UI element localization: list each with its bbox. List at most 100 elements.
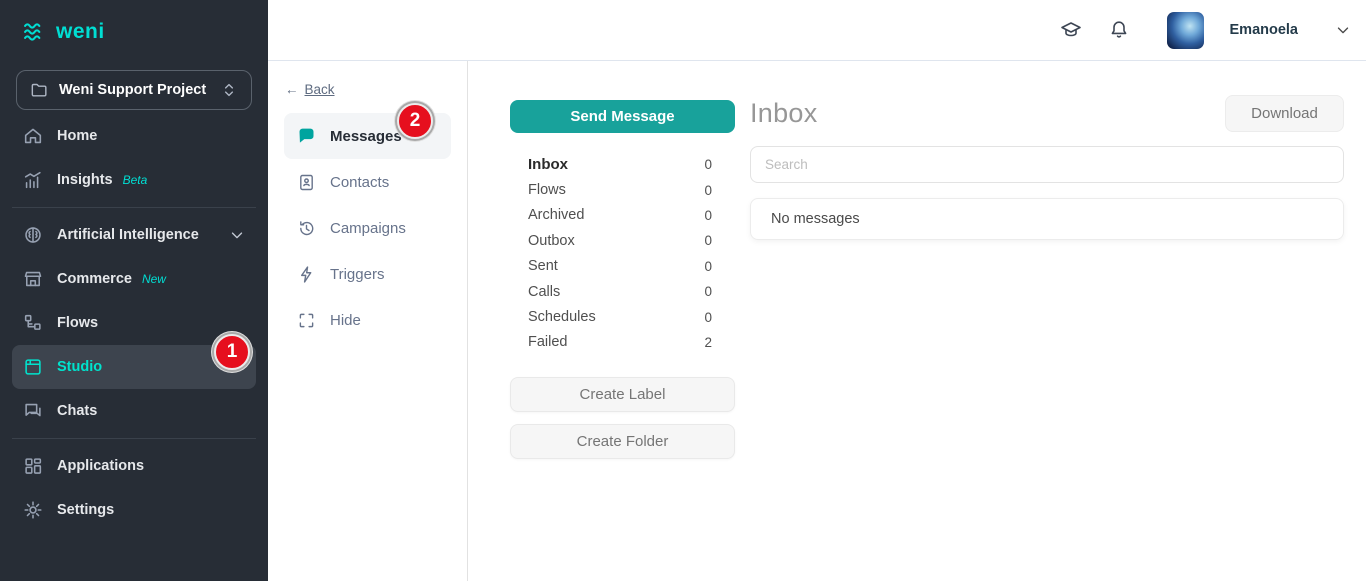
sidebar-item-label: Home [57,128,97,144]
studio-window-icon [22,356,44,378]
folder-row-archived[interactable]: Archived 0 [510,203,735,228]
folder-row-schedules[interactable]: Schedules 0 [510,304,735,329]
sidebar-item-chats[interactable]: Chats [12,389,256,433]
create-folder-button[interactable]: Create Folder [510,424,735,459]
topbar: Emanoela [268,0,1366,61]
studio-subnav: ← Back Messages Contacts Campaigns [268,61,468,581]
message-folders-panel: Send Message Inbox 0 Flows 0 Archived 0 … [510,100,735,459]
sidebar-item-label: Artificial Intelligence [57,227,199,243]
new-badge: New [142,272,166,286]
sidebar-item-settings[interactable]: Settings [12,488,256,532]
folder-count: 0 [704,233,712,248]
subnav-item-label: Hide [330,312,361,329]
chevron-down-icon[interactable] [1334,21,1352,39]
folder-row-outbox[interactable]: Outbox 0 [510,228,735,253]
folder-label: Archived [528,207,584,223]
project-selector[interactable]: Weni Support Project [16,70,252,110]
beta-badge: Beta [123,173,148,187]
empty-messages-text: No messages [771,211,860,227]
primary-sidebar: weni Weni Support Project Home [0,0,268,581]
folder-label: Inbox [528,156,568,173]
main-content: Send Message Inbox 0 Flows 0 Archived 0 … [468,61,1366,581]
subnav-item-triggers[interactable]: Triggers [284,251,451,297]
lightning-bolt-icon [296,264,317,285]
chats-icon [22,400,44,422]
sidebar-item-artificial-intelligence[interactable]: Artificial Intelligence [12,213,256,257]
sidebar-item-applications[interactable]: Applications [12,444,256,488]
username[interactable]: Emanoela [1230,22,1299,38]
annotation-marker-2: 2 [397,103,433,139]
inbox-header: Inbox Download [750,95,1344,132]
sidebar-item-label: Commerce [57,271,132,287]
graduation-cap-icon[interactable] [1059,18,1083,42]
back-link[interactable]: ← Back [285,82,335,97]
folder-label: Outbox [528,233,575,249]
history-clock-icon [296,218,317,239]
weni-logo: weni [22,20,268,44]
send-message-button[interactable]: Send Message [510,100,735,133]
sidebar-item-label: Chats [57,403,97,419]
hide-collapse-icon [296,310,317,331]
back-arrow-icon: ← [285,82,299,97]
subnav-item-label: Triggers [330,266,384,283]
folder-label: Failed [528,334,568,350]
folder-list: Inbox 0 Flows 0 Archived 0 Outbox 0 Sent [510,152,735,355]
folder-count: 0 [704,208,712,223]
subnav-item-label: Messages [330,128,402,145]
subnav-item-campaigns[interactable]: Campaigns [284,205,451,251]
sidebar-divider [12,438,256,439]
sidebar-divider [12,207,256,208]
project-name: Weni Support Project [59,82,209,98]
folder-count: 2 [704,335,712,350]
subnav-item-label: Contacts [330,174,389,191]
page-title: Inbox [750,98,818,129]
sidebar-item-insights[interactable]: Insights Beta [12,158,256,202]
logo-text: weni [56,20,105,44]
back-label: Back [305,82,335,97]
sidebar-item-home[interactable]: Home [12,114,256,158]
folder-row-flows[interactable]: Flows 0 [510,177,735,202]
chevron-down-icon[interactable] [228,226,246,244]
folder-row-sent[interactable]: Sent 0 [510,254,735,279]
download-button[interactable]: Download [1225,95,1344,132]
sidebar-item-label: Insights [57,172,113,188]
folder-count: 0 [704,183,712,198]
folder-label: Sent [528,258,558,274]
sidebar-item-label: Flows [57,315,98,331]
empty-messages-card: No messages [750,198,1344,240]
annotation-marker-1: 1 [214,334,250,370]
bell-icon[interactable] [1107,18,1131,42]
subnav-item-hide[interactable]: Hide [284,297,451,343]
wave-logo-icon [22,22,48,42]
contacts-icon [296,172,317,193]
brain-icon [22,224,44,246]
folder-icon [29,80,49,100]
folder-count: 0 [704,157,712,172]
sidebar-item-label: Settings [57,502,114,518]
folder-row-calls[interactable]: Calls 0 [510,279,735,304]
home-icon [22,125,44,147]
weni-app-screen: weni Weni Support Project Home [0,0,1366,581]
subnav-item-label: Campaigns [330,220,406,237]
folder-row-failed[interactable]: Failed 2 [510,330,735,355]
message-bubble-icon [296,126,317,147]
avatar[interactable] [1167,12,1204,49]
search-input[interactable] [750,146,1344,183]
folder-count: 0 [704,310,712,325]
gear-icon [22,499,44,521]
create-label-button[interactable]: Create Label [510,377,735,412]
applications-grid-icon [22,455,44,477]
subnav-item-contacts[interactable]: Contacts [284,159,451,205]
folder-label: Calls [528,284,560,300]
folder-count: 0 [704,259,712,274]
inbox-panel: Inbox Download No messages [750,95,1344,240]
up-down-chevrons-icon [219,80,239,100]
folder-count: 0 [704,284,712,299]
folder-row-inbox[interactable]: Inbox 0 [510,152,735,177]
sidebar-nav: Home Insights Beta Artificial Intelligen… [0,114,268,532]
flows-icon [22,312,44,334]
sidebar-item-commerce[interactable]: Commerce New [12,257,256,301]
sidebar-item-label: Studio [57,359,102,375]
folder-label: Flows [528,182,566,198]
sidebar-item-label: Applications [57,458,144,474]
